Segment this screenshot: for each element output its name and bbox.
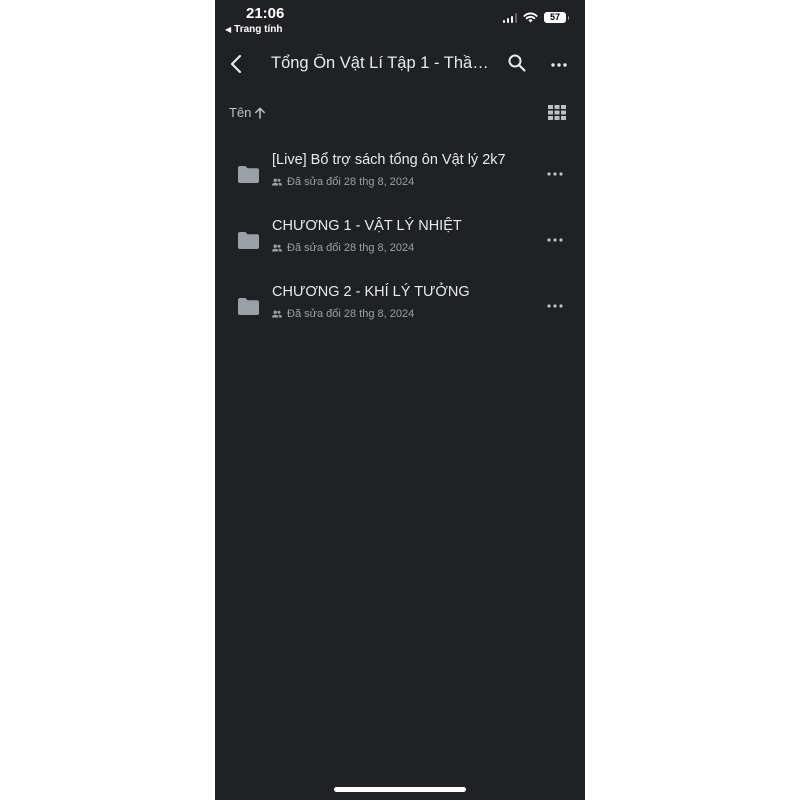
folder-icon (238, 166, 259, 183)
back-to-app-label: Trang tính (234, 24, 283, 35)
home-indicator[interactable] (334, 787, 466, 792)
item-modified-date: Đã sửa đổi 28 thg 8, 2024 (287, 176, 415, 188)
back-button[interactable] (225, 52, 249, 76)
battery-icon: 57 (544, 12, 569, 23)
shared-people-icon (272, 178, 282, 186)
more-horizontal-icon (551, 63, 567, 67)
wifi-icon (523, 12, 538, 23)
item-modified-date: Đã sửa đổi 28 thg 8, 2024 (287, 308, 415, 320)
back-to-app-link[interactable]: ◀ Trang tính (225, 24, 283, 35)
more-horizontal-icon (547, 172, 563, 176)
item-name: CHƯƠNG 1 - VẬT LÝ NHIỆT (272, 218, 462, 234)
more-options-button[interactable] (549, 55, 569, 75)
item-more-button[interactable] (545, 230, 565, 250)
folder-title: Tổng Ôn Vật Lí Tập 1 - Thầy Lương Văn Hu… (271, 54, 493, 72)
back-triangle-icon: ◀ (225, 25, 232, 34)
chevron-left-icon (230, 54, 242, 74)
item-more-button[interactable] (545, 164, 565, 184)
shared-people-icon (272, 310, 282, 318)
folder-icon (238, 232, 259, 249)
item-name: [Live] Bổ trợ sách tổng ôn Vật lý 2k7 (272, 152, 506, 168)
folder-icon (238, 298, 259, 315)
item-meta: Đã sửa đổi 28 thg 8, 2024 (272, 242, 414, 254)
item-name: CHƯƠNG 2 - KHÍ LÝ TƯỞNG (272, 284, 470, 300)
grid-view-toggle[interactable] (548, 105, 566, 120)
sort-by-name-button[interactable]: Tên (229, 105, 266, 120)
list-item[interactable]: CHƯƠNG 1 - VẬT LÝ NHIỆT Đã sửa đổi 28 th… (215, 216, 585, 276)
grid-view-icon (548, 105, 566, 120)
shared-people-icon (272, 244, 282, 252)
search-button[interactable] (507, 53, 527, 73)
search-icon (508, 54, 526, 72)
item-more-button[interactable] (545, 296, 565, 316)
cellular-signal-icon (502, 12, 517, 23)
sort-label: Tên (229, 105, 252, 120)
more-horizontal-icon (547, 238, 563, 242)
status-icons: 57 (502, 12, 569, 23)
more-horizontal-icon (547, 304, 563, 308)
drive-folder-screen: 21:06 ◀ Trang tính 57 Tổng Ôn Vật Lí Tập … (215, 0, 585, 800)
item-modified-date: Đã sửa đổi 28 thg 8, 2024 (287, 242, 415, 254)
list-item[interactable]: CHƯƠNG 2 - KHÍ LÝ TƯỞNG Đã sửa đổi 28 th… (215, 282, 585, 342)
list-item[interactable]: [Live] Bổ trợ sách tổng ôn Vật lý 2k7 Đã… (215, 150, 585, 210)
status-time: 21:06 (246, 5, 285, 22)
item-meta: Đã sửa đổi 28 thg 8, 2024 (272, 176, 414, 188)
item-meta: Đã sửa đổi 28 thg 8, 2024 (272, 308, 414, 320)
arrow-up-icon (255, 107, 266, 119)
